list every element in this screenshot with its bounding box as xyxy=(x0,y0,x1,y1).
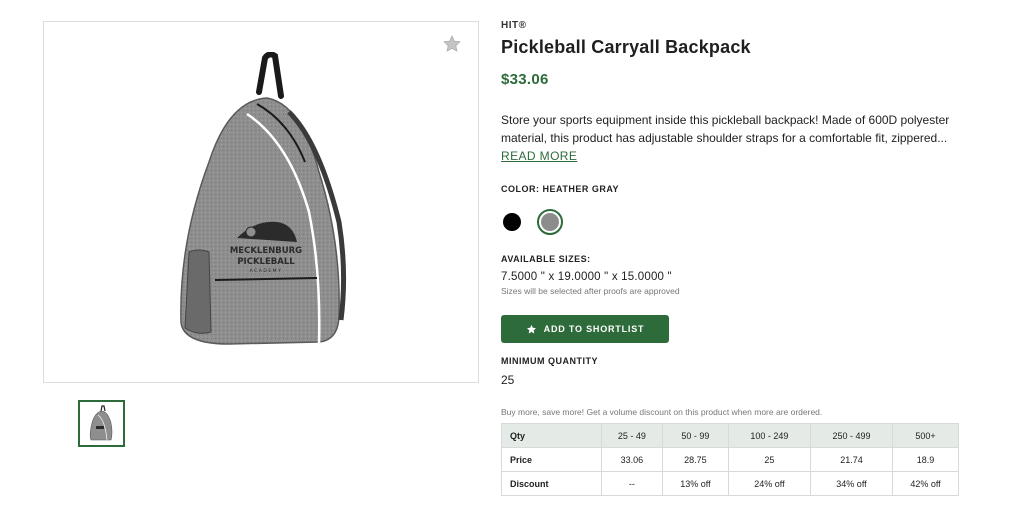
minimum-quantity-label: MINIMUM QUANTITY xyxy=(501,356,598,366)
table-header-cell: 50 - 99 xyxy=(661,423,729,448)
brand-name: HIT® xyxy=(501,20,527,31)
thumbnail-backpack-image xyxy=(89,405,113,441)
table-cell: -- xyxy=(600,471,663,496)
volume-discount-note: Buy more, save more! Get a volume discou… xyxy=(501,407,823,417)
add-to-shortlist-label: ADD TO SHORTLIST xyxy=(543,324,645,334)
product-details: HIT® Pickleball Carryall Backpack $33.06… xyxy=(501,20,961,496)
swatch-black[interactable] xyxy=(503,213,521,231)
product-description: Store your sports equipment inside this … xyxy=(501,113,950,145)
color-swatches xyxy=(501,208,961,236)
backpack-image: MECKLENBURG PICKLEBALL ACADEMY xyxy=(180,52,347,345)
table-cell: 34% off xyxy=(809,471,894,496)
imprint-line-3: ACADEMY xyxy=(250,268,283,274)
product-main-image: MECKLENBURG PICKLEBALL ACADEMY xyxy=(43,21,479,383)
table-cell: 13% off xyxy=(661,471,729,496)
table-cell: 28.75 xyxy=(661,447,729,472)
star-icon xyxy=(526,324,537,335)
table-cell: 24% off xyxy=(727,471,811,496)
discount-row: Discount -- 13% off 24% off 34% off 42% … xyxy=(501,471,959,496)
pricing-header-row: Qty 25 - 49 50 - 99 100 - 249 250 - 499 … xyxy=(501,423,959,448)
table-header-cell: 25 - 49 xyxy=(600,423,663,448)
color-label: COLOR: HEATHER GRAY xyxy=(501,184,620,194)
table-header-cell: Qty xyxy=(501,423,602,448)
table-header-cell: 250 - 499 xyxy=(809,423,894,448)
favorite-star-icon[interactable] xyxy=(442,34,462,54)
sizes-label: AVAILABLE SIZES: xyxy=(501,254,591,264)
read-more-link[interactable]: READ MORE xyxy=(501,149,577,163)
minimum-quantity-value: 25 xyxy=(501,373,515,387)
table-cell: Discount xyxy=(501,471,602,496)
swatch-heather-gray-fill xyxy=(541,213,559,231)
add-to-shortlist-button[interactable]: ADD TO SHORTLIST xyxy=(501,315,669,343)
product-price: $33.06 xyxy=(501,71,549,88)
table-cell: 21.74 xyxy=(809,447,894,472)
table-cell: 18.9 xyxy=(892,447,959,472)
table-cell: 25 xyxy=(727,447,811,472)
product-title: Pickleball Carryall Backpack xyxy=(501,37,751,57)
table-header-cell: 100 - 249 xyxy=(727,423,811,448)
pricing-table: Qty 25 - 49 50 - 99 100 - 249 250 - 499 … xyxy=(501,423,959,496)
imprint-line-1: MECKLENBURG xyxy=(230,246,302,256)
table-cell: Price xyxy=(501,447,602,472)
sizes-value: 7.5000 " x 19.0000 " x 15.0000 " xyxy=(501,271,672,283)
table-header-cell: 500+ xyxy=(892,423,959,448)
price-row: Price 33.06 28.75 25 21.74 18.9 xyxy=(501,447,959,472)
swatch-heather-gray[interactable] xyxy=(537,209,563,235)
thumbnail-1[interactable] xyxy=(78,400,125,447)
table-cell: 42% off xyxy=(892,471,959,496)
sizes-note: Sizes will be selected after proofs are … xyxy=(501,286,680,296)
imprint-line-2: PICKLEBALL xyxy=(237,257,295,267)
table-cell: 33.06 xyxy=(600,447,663,472)
